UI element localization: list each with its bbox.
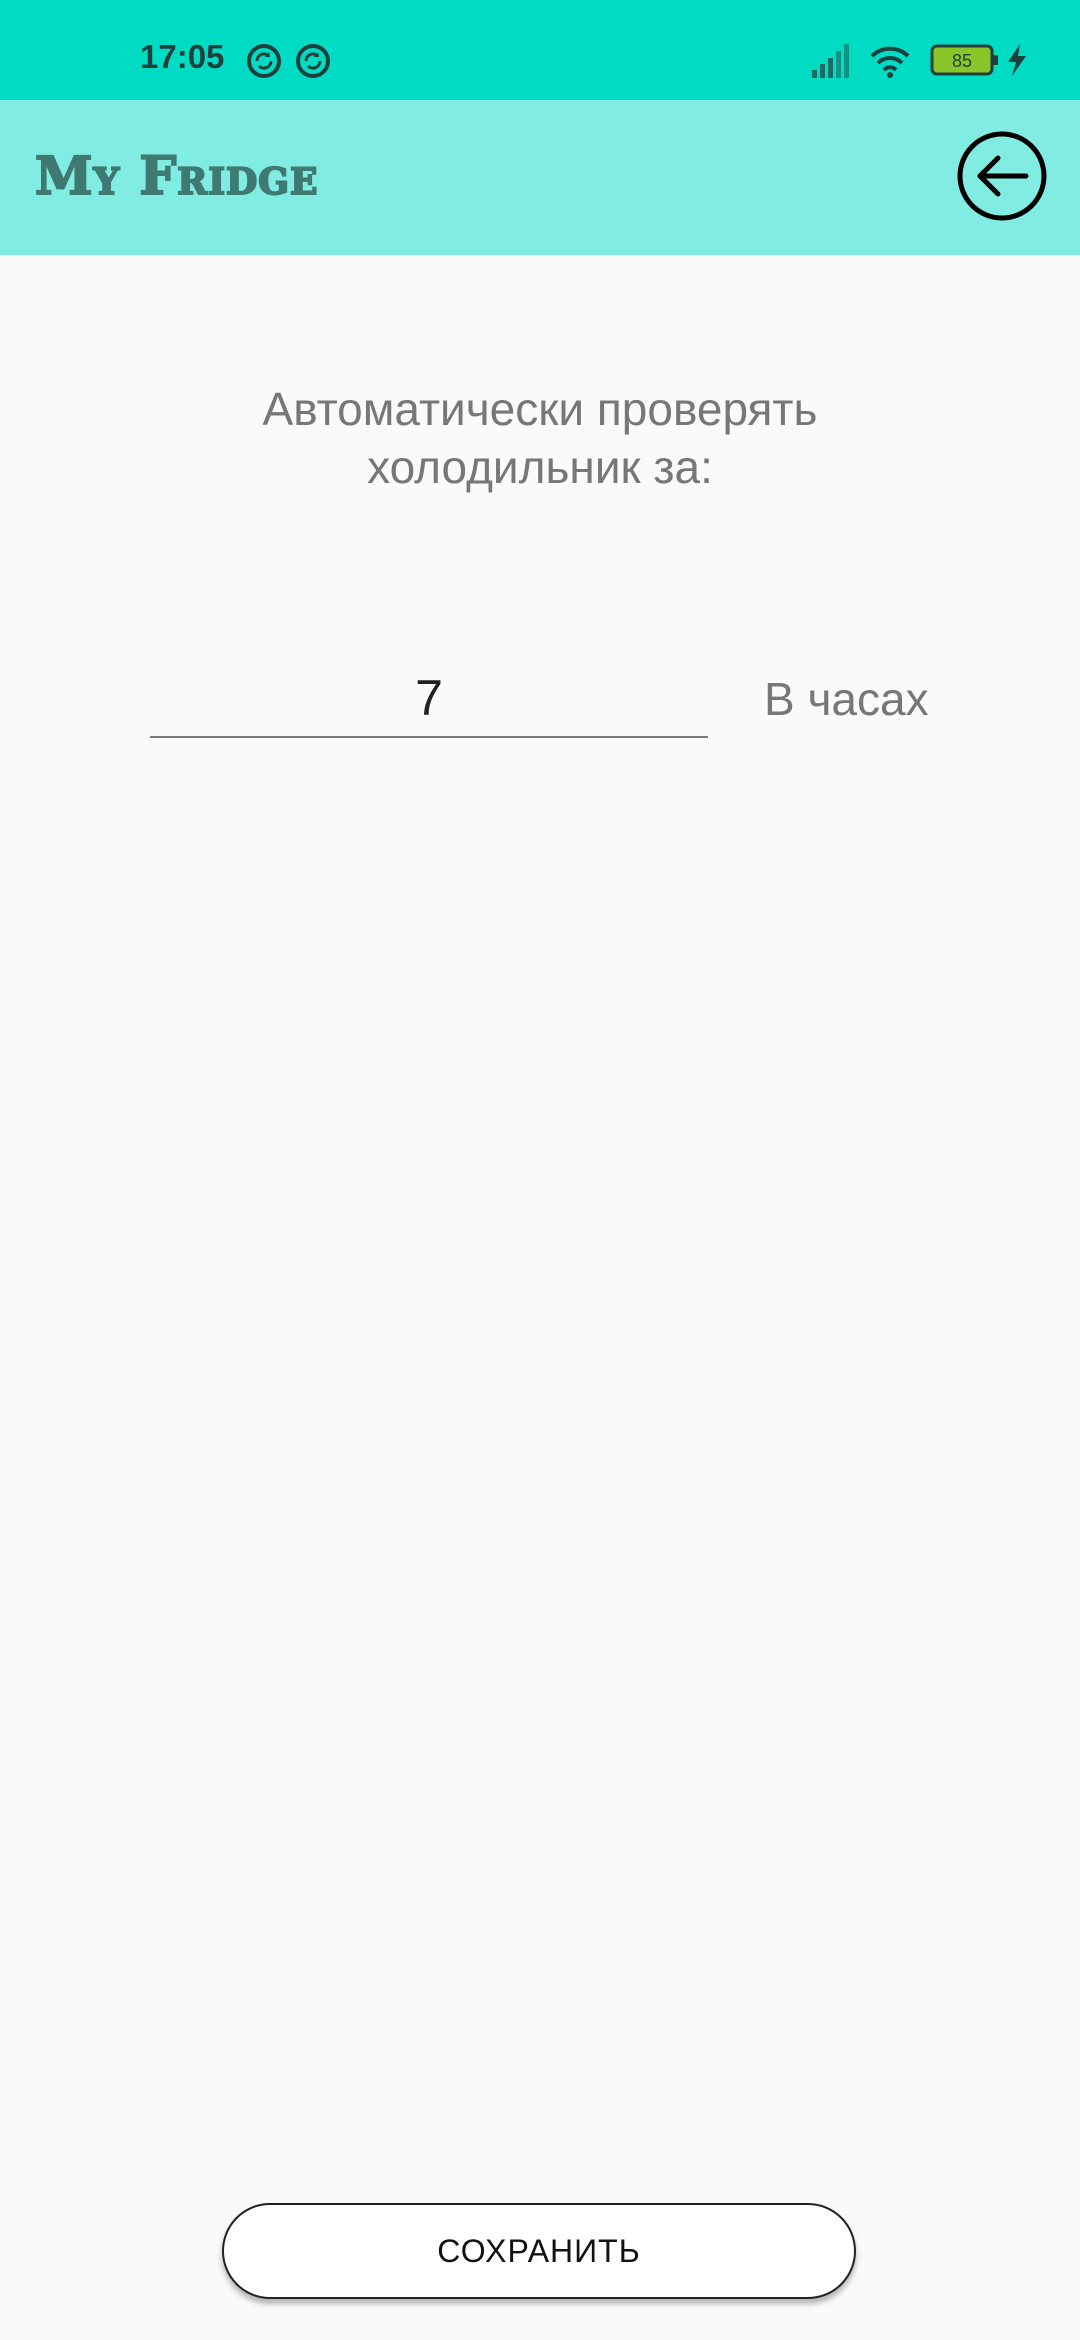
battery-icon: 85	[930, 44, 998, 76]
back-button[interactable]	[956, 130, 1048, 222]
signal-icon	[812, 44, 849, 78]
charging-icon	[1008, 44, 1026, 76]
arrow-left-circle-icon	[957, 131, 1047, 221]
status-bar: 17:05 85	[0, 0, 1080, 100]
prompt-line-2: холодильник за:	[367, 441, 713, 493]
app-bar: My Fridge	[0, 100, 1080, 255]
auto-check-prompt: Автоматически проверять холодильник за:	[0, 380, 1080, 496]
hours-unit-label: В часах	[764, 673, 929, 725]
app-title: My Fridge	[34, 145, 319, 208]
wifi-icon	[870, 46, 910, 78]
save-button[interactable]: СОХРАНИТЬ	[222, 2203, 856, 2299]
sync-icon	[296, 44, 330, 78]
status-right-icons: 85	[812, 44, 1026, 78]
battery-level: 85	[952, 51, 972, 71]
sync-icon	[247, 44, 281, 78]
hours-input[interactable]	[150, 660, 708, 738]
prompt-line-1: Автоматически проверять	[262, 383, 818, 435]
status-time: 17:05	[140, 38, 225, 75]
